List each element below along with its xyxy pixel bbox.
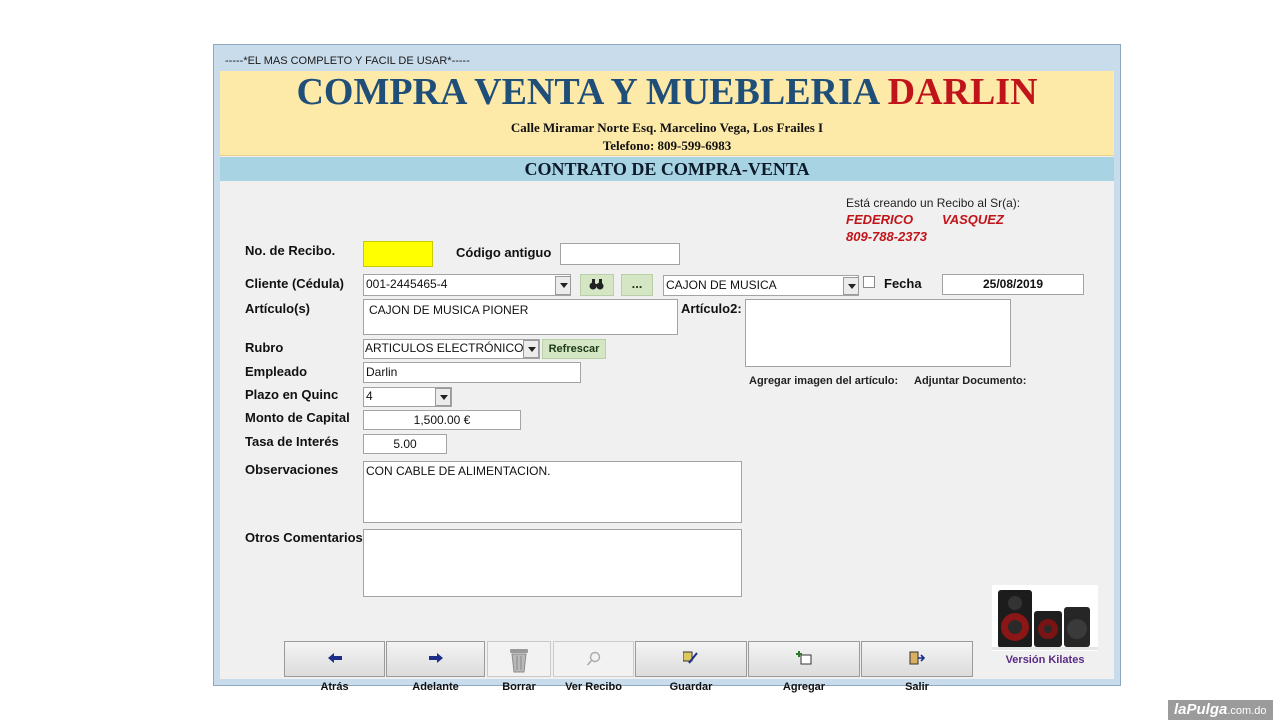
articles-textarea[interactable]: CAJON DE MUSICA PIONER (363, 299, 678, 335)
more-options-button[interactable]: ... (621, 274, 653, 296)
employee-input[interactable]: Darlin (363, 362, 581, 383)
speaker-icon (992, 590, 1098, 650)
back-button[interactable] (284, 641, 385, 677)
forward-label: Adelante (412, 681, 459, 693)
view-receipt-button[interactable] (553, 641, 634, 677)
article2-label: Artículo2: (681, 301, 742, 316)
magnifier-icon (586, 651, 601, 666)
date-label: Fecha (884, 276, 922, 291)
term-dropdown-arrow[interactable] (435, 388, 451, 406)
rate-input[interactable]: 5.00 (363, 434, 447, 454)
exit-button[interactable] (861, 641, 973, 677)
company-address: Calle Miramar Norte Esq. Marcelino Vega,… (510, 120, 824, 135)
observations-label: Observaciones (245, 462, 339, 477)
arrow-right-icon (429, 653, 443, 663)
client-label: Cliente (Cédula) (245, 276, 344, 291)
form-content: COMPRA VENTA Y MUEBLERIA DARLIN Calle Mi… (220, 71, 1114, 693)
save-button[interactable] (635, 641, 747, 677)
arrow-left-icon (328, 653, 342, 663)
category-label: Rubro (245, 340, 284, 355)
term-label: Plazo en Quinc (245, 387, 339, 402)
search-client-button[interactable] (580, 274, 614, 296)
capital-label: Monto de Capital (245, 410, 350, 425)
view-receipt-label: Ver Recibo (565, 681, 622, 693)
binoculars-icon (589, 279, 604, 290)
exit-label: Salir (905, 681, 929, 693)
window-title: -----*EL MAS COMPLETO Y FACIL DE USAR*--… (214, 45, 1120, 71)
date-field[interactable]: 25/08/2019 (942, 274, 1084, 295)
watermark-domain: .com.do (1227, 705, 1267, 717)
capital-input[interactable]: 1,500.00 € (363, 410, 521, 430)
article-combo[interactable]: CAJON DE MUSICA (663, 275, 859, 296)
forward-button[interactable] (386, 641, 485, 677)
speaker-product-image (992, 585, 1098, 651)
employee-label: Empleado (245, 364, 308, 379)
customer-last-name: VASQUEZ (942, 212, 1004, 227)
company-main: COMPRA VENTA Y MUEBLERIA (296, 71, 879, 113)
comments-textarea[interactable] (363, 529, 742, 597)
old-code-label: Código antiguo (456, 245, 552, 260)
client-dropdown-arrow[interactable] (555, 276, 571, 295)
receipt-no-label: No. de Recibo. (245, 243, 336, 258)
watermark-brand: laPulga (1174, 701, 1228, 718)
add-image-label: Agregar imagen del artículo: (749, 375, 899, 387)
add-label: Agregar (782, 681, 826, 693)
article-dropdown-arrow[interactable] (843, 277, 859, 295)
trash-icon (510, 649, 528, 673)
app-window: -----*EL MAS COMPLETO Y FACIL DE USAR*--… (213, 44, 1121, 693)
refresh-button[interactable]: Refrescar (542, 339, 606, 359)
category-dropdown-arrow[interactable] (523, 340, 539, 358)
customer-caption: Está creando un Recibo al Sr(a): (846, 196, 1021, 210)
company-header: COMPRA VENTA Y MUEBLERIA DARLIN Calle Mi… (220, 71, 1114, 156)
delete-button[interactable] (487, 641, 551, 677)
edit-save-icon (683, 651, 698, 664)
old-code-input[interactable] (560, 243, 680, 265)
date-checkbox[interactable] (863, 276, 875, 288)
observations-textarea[interactable]: CON CABLE DE ALIMENTACION. (363, 461, 742, 523)
customer-phone: 809-788-2373 (846, 229, 927, 244)
attach-document-label: Adjuntar Documento: (914, 375, 1027, 387)
back-label: Atrás (320, 681, 349, 693)
version-label: Versión Kilates (1005, 654, 1085, 666)
article2-textarea[interactable] (745, 299, 1011, 367)
category-combo[interactable]: ARTICULOS ELECTRÓNICOS (363, 339, 540, 359)
comments-label: Otros Comentarios (245, 530, 363, 545)
company-name: COMPRA VENTA Y MUEBLERIA DARLIN (220, 71, 1114, 113)
company-brand: DARLIN (887, 71, 1038, 113)
client-combo[interactable]: 001-2445465-4 (363, 274, 571, 296)
customer-first-name: FEDERICO (846, 212, 914, 227)
articles-label: Artículo(s) (245, 301, 310, 316)
form-title: CONTRATO DE COMPRA-VENTA (220, 157, 1114, 181)
add-button[interactable] (748, 641, 860, 677)
exit-door-icon (909, 651, 925, 665)
receipt-no-field[interactable] (363, 241, 433, 267)
delete-label: Borrar (502, 681, 536, 693)
add-record-icon (796, 651, 812, 665)
save-label: Guardar (669, 681, 713, 693)
company-phone: Telefono: 809-599-6983 (602, 138, 732, 153)
watermark: laPulga.com.do (1168, 700, 1273, 720)
rate-label: Tasa de Interés (245, 434, 339, 449)
